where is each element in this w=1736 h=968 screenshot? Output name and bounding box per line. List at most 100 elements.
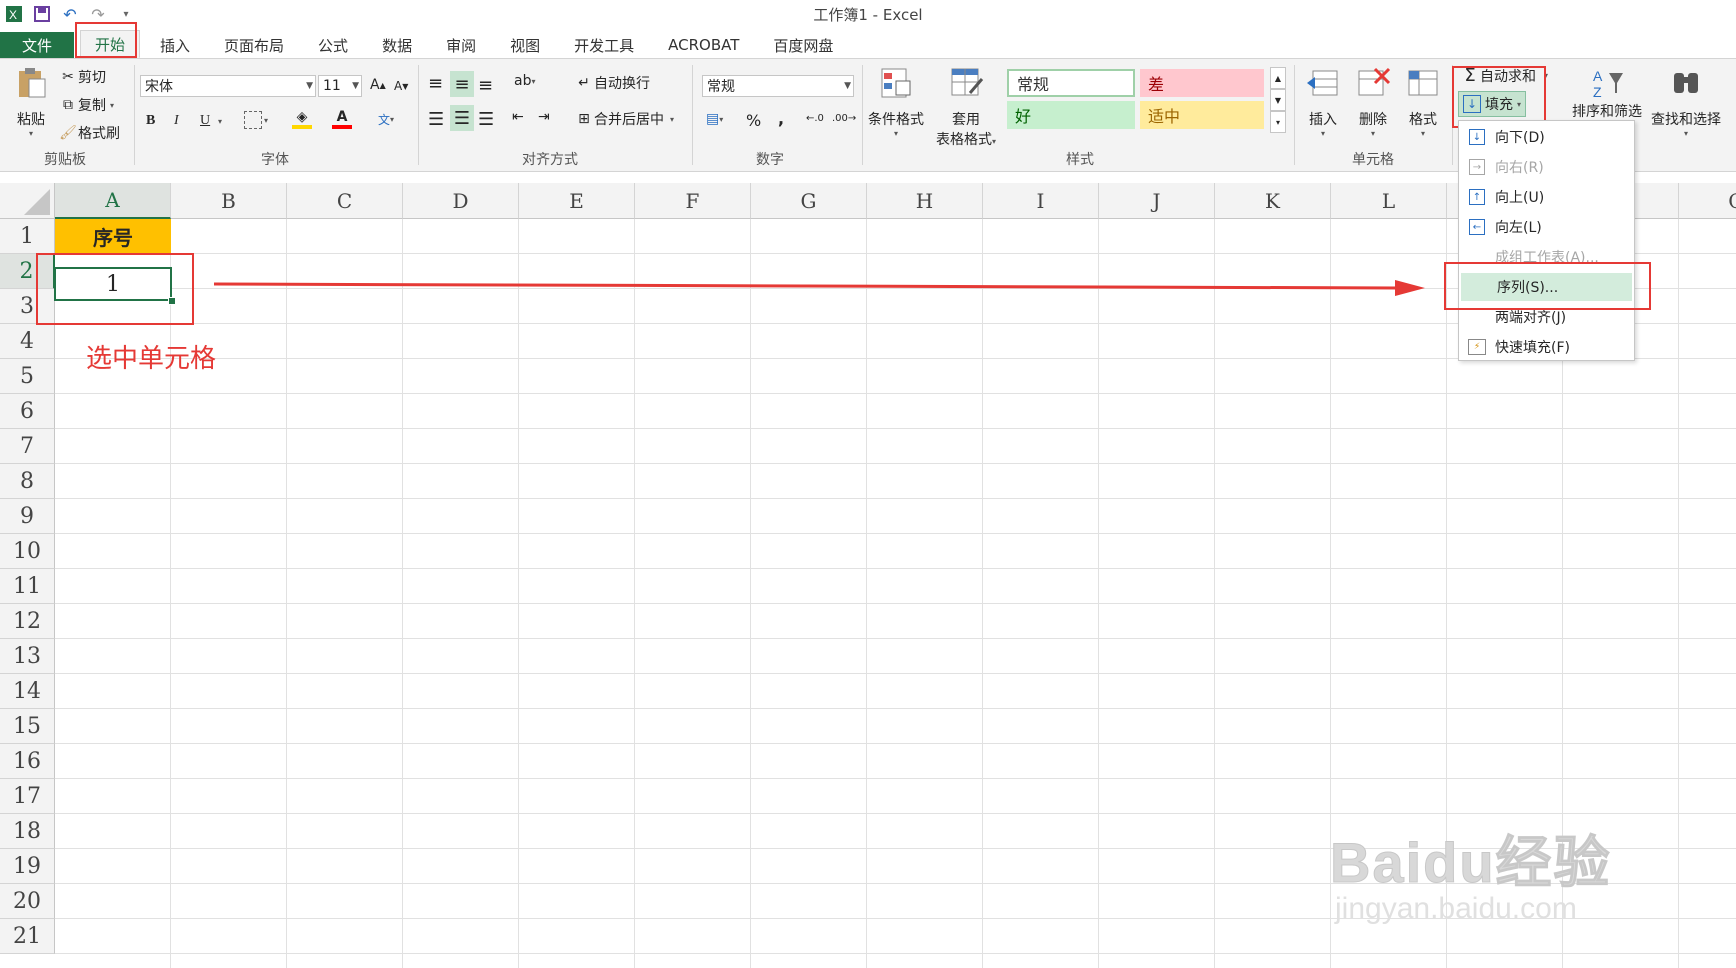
tab-acrobat[interactable]: ACROBAT: [654, 32, 753, 58]
row-header-21[interactable]: 21: [0, 919, 55, 954]
decrease-decimal-button[interactable]: .00→: [832, 113, 856, 124]
tab-page-layout[interactable]: 页面布局: [210, 32, 298, 58]
italic-button[interactable]: I: [174, 113, 179, 129]
find-select-button[interactable]: 查找和选择 ▾: [1646, 65, 1726, 138]
column-header-a[interactable]: A: [55, 183, 171, 219]
row-header-15[interactable]: 15: [0, 709, 55, 744]
comma-button[interactable]: ,: [778, 109, 784, 128]
style-normal[interactable]: 常规: [1007, 69, 1135, 97]
row-header-9[interactable]: 9: [0, 499, 55, 534]
column-header-o[interactable]: O: [1679, 183, 1736, 219]
bold-button[interactable]: B: [146, 113, 155, 129]
sort-filter-button[interactable]: AZ 排序和筛选: [1568, 65, 1646, 121]
flash-fill-item[interactable]: ⚡ 快速填充(F): [1459, 333, 1634, 361]
row-header-20[interactable]: 20: [0, 884, 55, 919]
number-format-select[interactable]: 常规 ▼: [702, 75, 854, 97]
column-header-i[interactable]: I: [983, 183, 1099, 219]
tab-file[interactable]: 文件: [0, 32, 74, 58]
row-header-16[interactable]: 16: [0, 744, 55, 779]
conditional-format-button[interactable]: 条件格式 ▾: [864, 65, 928, 138]
column-header-b[interactable]: B: [171, 183, 287, 219]
styles-more[interactable]: ▾: [1270, 111, 1286, 133]
row-header-17[interactable]: 17: [0, 779, 55, 814]
decrease-indent-button[interactable]: ⇤: [512, 109, 524, 125]
format-painter-button[interactable]: 🖌 格式刷: [58, 123, 120, 143]
orientation-button[interactable]: ab ▾: [514, 73, 535, 89]
paste-button[interactable]: 粘贴 ▾: [8, 65, 54, 138]
cut-button[interactable]: ✂ 剪切: [58, 67, 106, 87]
row-header-14[interactable]: 14: [0, 674, 55, 709]
align-center-button[interactable]: ☰: [450, 105, 474, 131]
tab-insert[interactable]: 插入: [146, 32, 204, 58]
select-all-corner[interactable]: [0, 183, 55, 219]
column-header-c[interactable]: C: [287, 183, 403, 219]
border-button[interactable]: ▾: [244, 111, 268, 129]
column-header-l[interactable]: L: [1331, 183, 1447, 219]
percent-button[interactable]: %: [746, 111, 761, 130]
font-color-button[interactable]: A: [332, 109, 352, 129]
row-header-8[interactable]: 8: [0, 464, 55, 499]
row-header-19[interactable]: 19: [0, 849, 55, 884]
tab-developer[interactable]: 开发工具: [560, 32, 648, 58]
shrink-font-button[interactable]: A ▼: [394, 79, 408, 93]
gridline-vertical: [634, 219, 635, 968]
delete-cells-button[interactable]: 删除 ▾: [1350, 65, 1396, 138]
wrap-text-button[interactable]: ↵ 自动换行: [574, 73, 650, 93]
merge-center-button[interactable]: ⊞ 合并后居中 ▾: [574, 109, 674, 129]
delete-cells-icon: [1358, 67, 1391, 96]
column-header-d[interactable]: D: [403, 183, 519, 219]
increase-decimal-button[interactable]: ←.0: [806, 113, 824, 124]
fill-up-item[interactable]: ↑ 向上(U): [1459, 183, 1634, 211]
cell-a1[interactable]: 序号: [55, 219, 171, 254]
row-header-1[interactable]: 1: [0, 219, 55, 254]
style-bad[interactable]: 差: [1140, 69, 1264, 97]
row-header-13[interactable]: 13: [0, 639, 55, 674]
tab-formulas[interactable]: 公式: [304, 32, 362, 58]
align-top-button[interactable]: ≡: [428, 73, 443, 94]
style-good[interactable]: 好: [1007, 101, 1135, 129]
column-header-g[interactable]: G: [751, 183, 867, 219]
row-header-7[interactable]: 7: [0, 429, 55, 464]
copy-button[interactable]: ⧉ 复制 ▾: [58, 95, 114, 115]
style-neutral[interactable]: 适中: [1140, 101, 1264, 129]
row-header-18[interactable]: 18: [0, 814, 55, 849]
fill-left-item[interactable]: ← 向左(L): [1459, 213, 1634, 241]
tab-baidu-netdisk[interactable]: 百度网盘: [759, 32, 847, 58]
increase-indent-button[interactable]: ⇥: [538, 109, 550, 125]
currency-button[interactable]: ▤ ▾: [706, 111, 723, 127]
fill-color-button[interactable]: ◈: [292, 109, 312, 129]
insert-cells-button[interactable]: 插入 ▾: [1300, 65, 1346, 138]
tab-data[interactable]: 数据: [368, 32, 426, 58]
align-bottom-button[interactable]: ≡: [478, 75, 493, 96]
table-format-button[interactable]: 套用 表格格式▾: [928, 65, 1004, 149]
align-right-button[interactable]: ☰: [478, 109, 494, 130]
styles-scroll-up[interactable]: ▲: [1270, 67, 1286, 89]
row-header-12[interactable]: 12: [0, 604, 55, 639]
column-header-f[interactable]: F: [635, 183, 751, 219]
format-cells-button[interactable]: 格式 ▾: [1400, 65, 1446, 138]
styles-scroll-down[interactable]: ▼: [1270, 89, 1286, 111]
gridline-vertical: [286, 219, 287, 968]
row-header-11[interactable]: 11: [0, 569, 55, 604]
column-header-j[interactable]: J: [1099, 183, 1215, 219]
tab-review[interactable]: 审阅: [432, 32, 490, 58]
row-header-5[interactable]: 5: [0, 359, 55, 394]
row-header-10[interactable]: 10: [0, 534, 55, 569]
column-header-e[interactable]: E: [519, 183, 635, 219]
tab-view[interactable]: 视图: [496, 32, 554, 58]
row-header-6[interactable]: 6: [0, 394, 55, 429]
column-header-h[interactable]: H: [867, 183, 983, 219]
font-name-select[interactable]: 宋体 ▼: [140, 75, 316, 97]
font-size-select[interactable]: 11 ▼: [318, 75, 362, 97]
align-left-button[interactable]: ☰: [428, 109, 444, 130]
phonetic-button[interactable]: 文 ▾: [378, 111, 394, 128]
underline-button[interactable]: U: [200, 113, 210, 129]
align-middle-button[interactable]: ≡: [450, 71, 474, 97]
gridline-horizontal: [55, 498, 1736, 499]
grow-font-button[interactable]: A ▲: [370, 77, 386, 93]
fill-right-item[interactable]: → 向右(R): [1459, 153, 1634, 181]
column-header-k[interactable]: K: [1215, 183, 1331, 219]
underline-dropdown-icon[interactable]: ▾: [218, 117, 222, 126]
fill-down-item[interactable]: ↓ 向下(D): [1459, 123, 1634, 151]
row-header-4[interactable]: 4: [0, 324, 55, 359]
